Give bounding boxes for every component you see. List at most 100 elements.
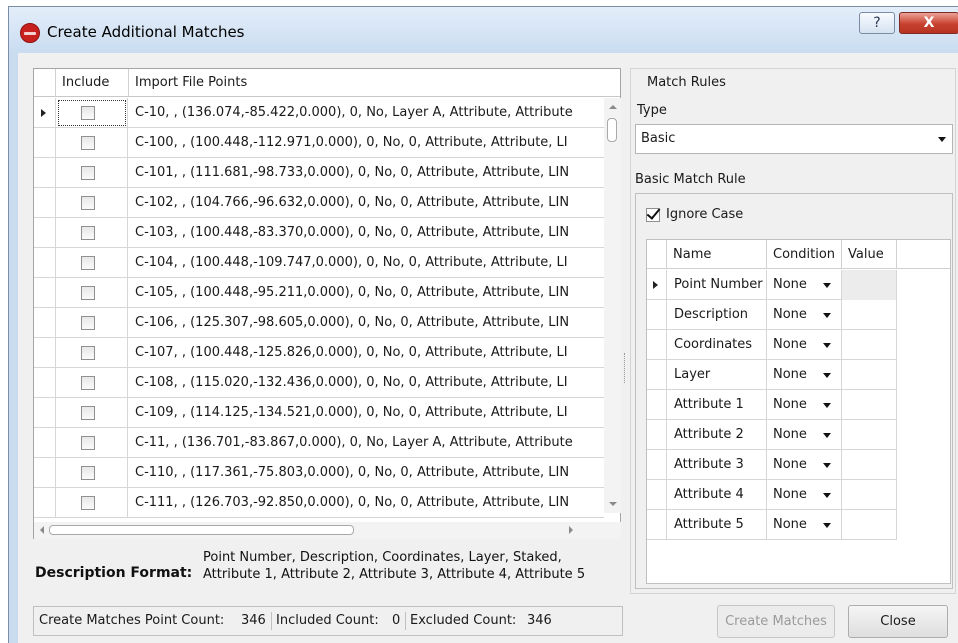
include-cell[interactable] <box>56 308 128 338</box>
horizontal-scrollbar[interactable] <box>34 522 621 539</box>
table-row[interactable]: C-10, , (136.074,-85.422,0.000), 0, No, … <box>34 98 604 128</box>
row-selector[interactable] <box>34 398 56 428</box>
rule-value-cell[interactable] <box>842 510 897 540</box>
condition-dropdown[interactable]: None <box>767 450 842 480</box>
table-row[interactable]: C-102, , (104.766,-96.632,0.000), 0, No,… <box>34 188 604 218</box>
table-row[interactable]: C-111, , (126.703,-92.850,0.000), 0, No,… <box>34 488 604 518</box>
include-checkbox[interactable] <box>81 466 95 480</box>
chevron-down-icon[interactable] <box>823 343 831 348</box>
type-dropdown[interactable]: Basic <box>635 124 953 154</box>
scroll-right-icon[interactable] <box>569 526 573 534</box>
include-cell[interactable] <box>56 428 128 458</box>
condition-dropdown[interactable]: None <box>767 510 842 540</box>
point-text-cell[interactable]: C-106, , (125.307,-98.605,0.000), 0, No,… <box>129 308 604 338</box>
rule-row-selector[interactable] <box>647 300 667 330</box>
point-text-cell[interactable]: C-111, , (126.703,-92.850,0.000), 0, No,… <box>129 488 604 518</box>
chevron-down-icon[interactable] <box>823 313 831 318</box>
include-cell[interactable] <box>56 248 128 278</box>
row-selector[interactable] <box>34 368 56 398</box>
rule-value-cell[interactable] <box>842 330 897 360</box>
table-row[interactable]: C-105, , (100.448,-95.211,0.000), 0, No,… <box>34 278 604 308</box>
rule-value-cell[interactable] <box>842 360 897 390</box>
rule-row[interactable]: Attribute 2 None <box>647 420 897 450</box>
condition-dropdown[interactable]: None <box>767 360 842 390</box>
vertical-scroll-thumb[interactable] <box>607 118 617 142</box>
table-row[interactable]: C-101, , (111.681,-98.733,0.000), 0, No,… <box>34 158 604 188</box>
create-matches-button[interactable]: Create Matches <box>717 605 835 638</box>
include-checkbox[interactable] <box>81 436 95 450</box>
point-text-cell[interactable]: C-108, , (115.020,-132.436,0.000), 0, No… <box>129 368 604 398</box>
point-text-cell[interactable]: C-110, , (117.361,-75.803,0.000), 0, No,… <box>129 458 604 488</box>
table-row[interactable]: C-108, , (115.020,-132.436,0.000), 0, No… <box>34 368 604 398</box>
table-row[interactable]: C-109, , (114.125,-134.521,0.000), 0, No… <box>34 398 604 428</box>
point-text-cell[interactable]: C-102, , (104.766,-96.632,0.000), 0, No,… <box>129 188 604 218</box>
rule-value-cell[interactable] <box>842 300 897 330</box>
point-text-cell[interactable]: C-109, , (114.125,-134.521,0.000), 0, No… <box>129 398 604 428</box>
scroll-left-icon[interactable] <box>40 526 44 534</box>
table-row[interactable]: C-103, , (100.448,-83.370,0.000), 0, No,… <box>34 218 604 248</box>
point-text-cell[interactable]: C-101, , (111.681,-98.733,0.000), 0, No,… <box>129 158 604 188</box>
include-checkbox[interactable] <box>81 166 95 180</box>
chevron-down-icon[interactable] <box>823 463 831 468</box>
rule-row[interactable]: Point Number None <box>647 270 897 300</box>
row-selector[interactable] <box>34 428 56 458</box>
points-column-header[interactable]: Import File Points <box>129 69 604 97</box>
table-row[interactable]: C-106, , (125.307,-98.605,0.000), 0, No,… <box>34 308 604 338</box>
rule-row-selector[interactable] <box>647 360 667 390</box>
import-points-grid[interactable]: Include Import File Points C-10, , (136.… <box>33 68 621 539</box>
include-checkbox[interactable] <box>81 496 95 510</box>
include-cell[interactable] <box>56 128 128 158</box>
horizontal-scroll-thumb[interactable] <box>49 525 354 535</box>
table-row[interactable]: C-104, , (100.448,-109.747,0.000), 0, No… <box>34 248 604 278</box>
include-checkbox[interactable] <box>81 136 95 150</box>
rule-row[interactable]: Attribute 4 None <box>647 480 897 510</box>
include-cell[interactable] <box>56 458 128 488</box>
rule-row-selector[interactable] <box>647 270 667 300</box>
include-checkbox[interactable] <box>81 226 95 240</box>
include-checkbox[interactable] <box>81 256 95 270</box>
row-selector[interactable] <box>34 338 56 368</box>
rule-row-selector[interactable] <box>647 420 667 450</box>
include-cell[interactable] <box>56 188 128 218</box>
chevron-down-icon[interactable] <box>938 137 946 142</box>
point-text-cell[interactable]: C-10, , (136.074,-85.422,0.000), 0, No, … <box>129 98 604 128</box>
point-text-cell[interactable]: C-107, , (100.448,-125.826,0.000), 0, No… <box>129 338 604 368</box>
include-checkbox[interactable] <box>81 106 95 120</box>
close-button[interactable]: Close <box>848 605 948 638</box>
condition-column-header[interactable]: Condition <box>767 240 842 269</box>
row-selector[interactable] <box>34 248 56 278</box>
chevron-down-icon[interactable] <box>823 373 831 378</box>
match-rule-grid[interactable]: Name Condition Value Point Number None Des… <box>646 239 951 584</box>
include-cell[interactable] <box>56 488 128 518</box>
table-row[interactable]: C-110, , (117.361,-75.803,0.000), 0, No,… <box>34 458 604 488</box>
rule-row-selector[interactable] <box>647 330 667 360</box>
rule-value-cell[interactable] <box>842 480 897 510</box>
chevron-down-icon[interactable] <box>823 433 831 438</box>
chevron-down-icon[interactable] <box>823 403 831 408</box>
row-selector[interactable] <box>34 98 56 128</box>
chevron-down-icon[interactable] <box>823 283 831 288</box>
include-checkbox[interactable] <box>81 196 95 210</box>
row-selector[interactable] <box>34 218 56 248</box>
row-selector[interactable] <box>34 308 56 338</box>
ignore-case-label[interactable]: Ignore Case <box>666 207 743 222</box>
rule-value-cell[interactable] <box>842 420 897 450</box>
include-checkbox[interactable] <box>81 406 95 420</box>
condition-dropdown[interactable]: None <box>767 300 842 330</box>
point-text-cell[interactable]: C-104, , (100.448,-109.747,0.000), 0, No… <box>129 248 604 278</box>
include-checkbox[interactable] <box>81 376 95 390</box>
rule-row[interactable]: Layer None <box>647 360 897 390</box>
rule-row-selector[interactable] <box>647 510 667 540</box>
include-cell[interactable] <box>56 398 128 428</box>
include-cell[interactable] <box>56 368 128 398</box>
panel-splitter[interactable] <box>624 353 627 383</box>
rule-value-cell[interactable] <box>842 270 897 300</box>
rule-value-cell[interactable] <box>842 390 897 420</box>
include-cell[interactable] <box>56 338 128 368</box>
include-checkbox[interactable] <box>81 346 95 360</box>
rule-row-selector[interactable] <box>647 390 667 420</box>
rule-row[interactable]: Attribute 3 None <box>647 450 897 480</box>
vertical-scrollbar[interactable] <box>604 98 621 513</box>
close-window-button[interactable]: X <box>899 12 958 34</box>
row-selector[interactable] <box>34 188 56 218</box>
